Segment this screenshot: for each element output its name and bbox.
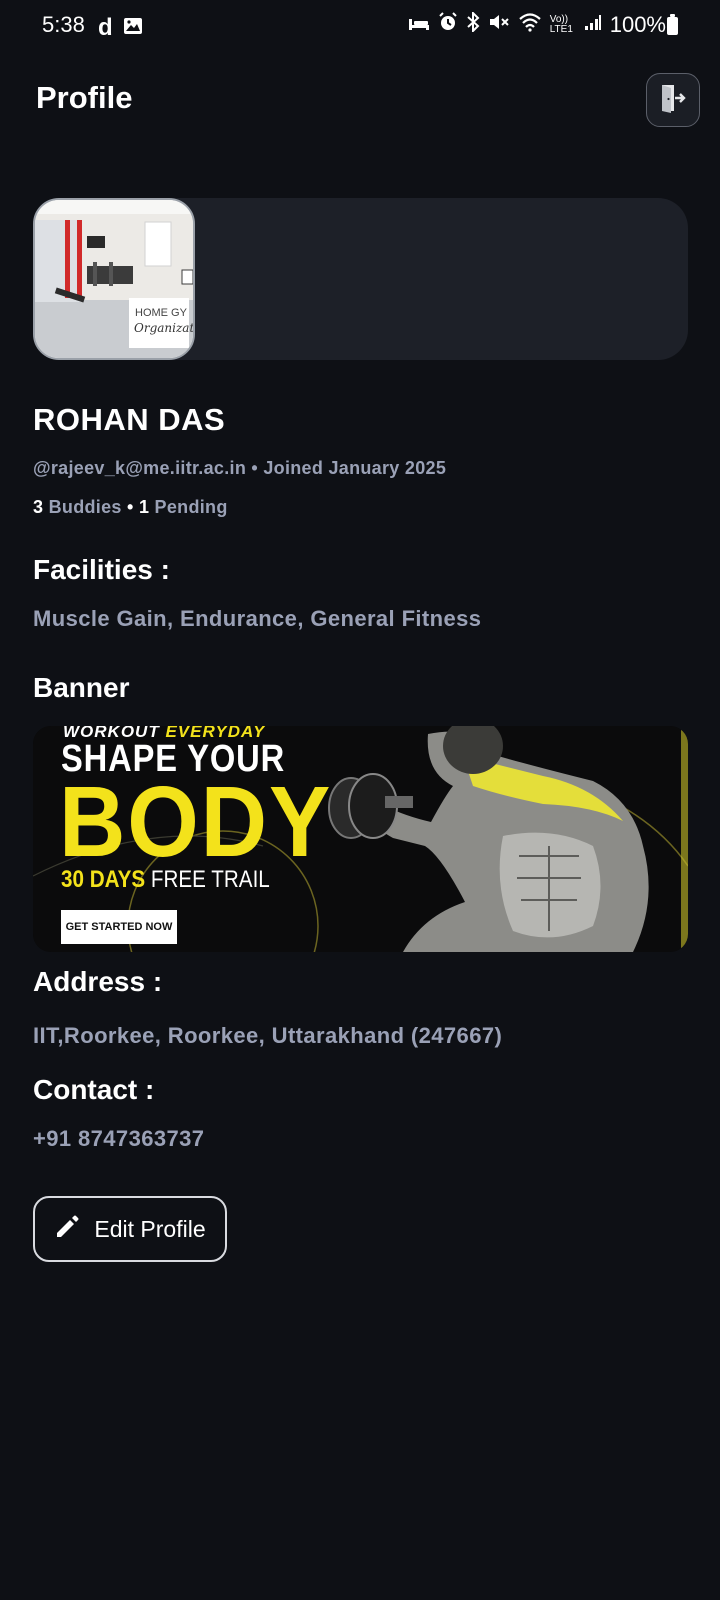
page-title: Profile — [36, 80, 133, 115]
signal-icon — [584, 13, 602, 37]
image-icon — [123, 17, 143, 40]
banner-body-text: BODY — [59, 766, 333, 878]
bluetooth-icon — [466, 10, 480, 38]
battery-icon — [667, 14, 678, 35]
contact-value: +91 8747363737 — [33, 1126, 205, 1151]
thumb-caption-1: HOME GY — [135, 307, 188, 319]
banner-cta: GET STARTED NOW — [61, 910, 177, 944]
banner-image: WORKOUT EVERYDAY SHAPE YOUR BODY 30 DAYS… — [33, 726, 688, 952]
status-time: 5:38 — [42, 12, 85, 37]
buddies-summary[interactable]: 3 Buddies • 1 Pending — [33, 497, 228, 518]
mute-icon — [488, 12, 510, 38]
battery-percent: 100% — [609, 12, 666, 37]
facilities-label: Facilities : — [33, 554, 170, 585]
logout-icon — [659, 83, 687, 118]
edit-profile-button[interactable]: Edit Profile — [33, 1196, 227, 1262]
user-name: ROHAN DAS — [33, 402, 226, 437]
sleep-icon — [408, 14, 430, 37]
pending-count: 1 — [138, 497, 150, 517]
gym-profile-image: HOME GY Organizat — [33, 198, 195, 360]
edit-profile-label: Edit Profile — [94, 1215, 206, 1242]
alarm-icon — [438, 12, 458, 38]
address-value: IIT,Roorkee, Roorkee, Uttarakhand (24766… — [33, 1023, 503, 1048]
status-bar: 5:38 d Vo)) LTE1 100% — [0, 0, 720, 54]
user-meta: @rajeev_k@me.iitr.ac.in • Joined January… — [33, 458, 447, 478]
thumb-caption-2: Organizat — [134, 321, 193, 335]
wifi-icon — [518, 12, 542, 38]
facilities-value: Muscle Gain, Endurance, General Fitness — [33, 606, 482, 631]
joined-date: Joined January 2025 — [263, 458, 447, 478]
volte-icon: Vo)) LTE1 — [549, 14, 573, 35]
logout-button[interactable] — [646, 73, 700, 127]
user-email: @rajeev_k@me.iitr.ac.in — [33, 458, 247, 478]
banner-offer: 30 DAYS FREE TRAIL — [61, 866, 270, 893]
d-app-icon: d — [98, 14, 113, 41]
pencil-icon — [54, 1214, 80, 1245]
buddies-count: 3 — [33, 497, 44, 517]
address-label: Address : — [33, 966, 163, 997]
contact-label: Contact : — [33, 1074, 155, 1105]
banner-label: Banner — [33, 672, 130, 703]
